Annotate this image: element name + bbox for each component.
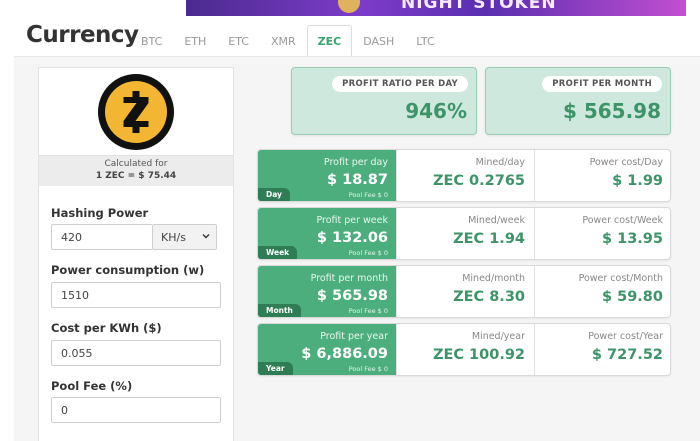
period-tag: Week — [258, 246, 298, 259]
hashing-power-label: Hashing Power — [51, 206, 149, 220]
power-cost-label: Power cost/Month — [578, 273, 663, 284]
mined-value: ZEC 100.92 — [432, 347, 525, 363]
pool-fee-value: Pool Fee $ 0 — [348, 365, 388, 373]
profit-label: Profit per week — [316, 215, 388, 226]
result-row-year: Profit per year $ 6,886.09 Pool Fee $ 0 … — [257, 323, 671, 376]
profit-month-card: PROFIT PER MONTH $ 565.98 — [485, 67, 671, 135]
page-title: Currency — [26, 22, 139, 48]
period-tag: Day — [258, 188, 290, 201]
profit-ratio-value: 946% — [405, 99, 467, 123]
profit-ratio-label: PROFIT RATIO PER DAY — [332, 76, 468, 92]
hashing-power-input[interactable]: 420 — [51, 224, 153, 250]
chevron-down-icon — [202, 234, 210, 239]
profit-value: $ 6,886.09 — [301, 346, 388, 362]
result-row-month: Profit per month $ 565.98 Pool Fee $ 0 M… — [257, 265, 671, 318]
power-cost-label: Power cost/Week — [582, 215, 663, 226]
mined-cell: Mined/week ZEC 1.94 — [396, 208, 534, 259]
tab-dash[interactable]: DASH — [352, 25, 405, 56]
power-cost-value: $ 13.95 — [601, 231, 663, 247]
power-cost-cell: Power cost/Day $ 1.99 — [534, 150, 670, 201]
power-cost-cell: Power cost/Month $ 59.80 — [534, 266, 670, 317]
exchange-rate: 1 ZEC = $ 75.44 — [95, 171, 177, 181]
profit-value: $ 18.87 — [326, 172, 388, 188]
banner-text: NIGHT STOKEN — [401, 0, 557, 13]
tab-xmr[interactable]: XMR — [260, 25, 307, 56]
power-cost-label: Power cost/Year — [588, 331, 663, 342]
tab-zec[interactable]: ZEC — [306, 25, 353, 56]
mined-label: Mined/week — [468, 215, 525, 226]
mined-value: ZEC 8.30 — [453, 289, 525, 305]
promo-banner[interactable]: NIGHT STOKEN — [186, 0, 686, 16]
pool-fee-value: Pool Fee $ 0 — [348, 191, 388, 199]
coin-logo-box — [39, 68, 233, 156]
power-cost-value: $ 1.99 — [612, 173, 663, 189]
period-tag: Year — [258, 362, 293, 375]
profit-month-value: $ 565.98 — [562, 99, 661, 123]
power-cost-label: Power cost/Day — [589, 157, 663, 168]
tab-btc[interactable]: BTC — [130, 25, 173, 56]
mined-cell: Mined/day ZEC 0.2765 — [396, 150, 534, 201]
mined-value: ZEC 0.2765 — [432, 173, 525, 189]
pool-fee-value: Pool Fee $ 0 — [348, 249, 388, 257]
power-cost-value: $ 59.80 — [601, 289, 663, 305]
profit-ratio-card: PROFIT RATIO PER DAY 946% — [291, 67, 477, 135]
profit-label: Profit per day — [323, 157, 388, 168]
result-row-week: Profit per week $ 132.06 Pool Fee $ 0 We… — [257, 207, 671, 260]
profit-label: Profit per month — [310, 273, 388, 284]
exchange-rate-box: Calculated for 1 ZEC = $ 75.44 — [39, 156, 233, 186]
hashing-unit-value: KH/s — [161, 230, 186, 244]
currency-tabs: BTC ETH ETC XMR ZEC DASH LTC — [130, 25, 446, 56]
profit-value: $ 565.98 — [316, 288, 388, 304]
mined-label: Mined/year — [471, 331, 525, 342]
pool-fee-value: Pool Fee $ 0 — [348, 307, 388, 315]
period-tag: Month — [258, 304, 301, 317]
mined-cell: Mined/month ZEC 8.30 — [396, 266, 534, 317]
pool-fee-input[interactable]: 0 — [51, 397, 221, 423]
tab-ltc[interactable]: LTC — [405, 25, 445, 56]
power-consumption-input[interactable]: 1510 — [51, 282, 221, 308]
coin-decoration-icon — [338, 0, 360, 13]
mined-cell: Mined/year ZEC 100.92 — [396, 324, 534, 375]
input-panel: Calculated for 1 ZEC = $ 75.44 Hashing P… — [38, 67, 234, 441]
profit-month-label: PROFIT PER MONTH — [542, 76, 662, 92]
profit-label: Profit per year — [320, 331, 388, 342]
power-cost-cell: Power cost/Week $ 13.95 — [534, 208, 670, 259]
zcash-logo-icon — [98, 73, 174, 150]
cost-per-kwh-label: Cost per KWh ($) — [51, 321, 162, 335]
hashing-unit-select[interactable]: KH/s — [153, 224, 217, 250]
result-row-day: Profit per day $ 18.87 Pool Fee $ 0 Day … — [257, 149, 671, 202]
power-consumption-label: Power consumption (w) — [51, 263, 205, 277]
pool-fee-label: Pool Fee (%) — [51, 379, 133, 393]
calc-label: Calculated for — [104, 159, 168, 169]
profit-value: $ 132.06 — [316, 230, 388, 246]
power-cost-value: $ 727.52 — [591, 347, 663, 363]
power-cost-cell: Power cost/Year $ 727.52 — [534, 324, 670, 375]
mined-label: Mined/month — [462, 273, 525, 284]
cost-per-kwh-input[interactable]: 0.055 — [51, 340, 221, 366]
mined-label: Mined/day — [475, 157, 525, 168]
tab-etc[interactable]: ETC — [217, 25, 260, 56]
mined-value: ZEC 1.94 — [453, 231, 525, 247]
tab-eth[interactable]: ETH — [173, 25, 217, 56]
